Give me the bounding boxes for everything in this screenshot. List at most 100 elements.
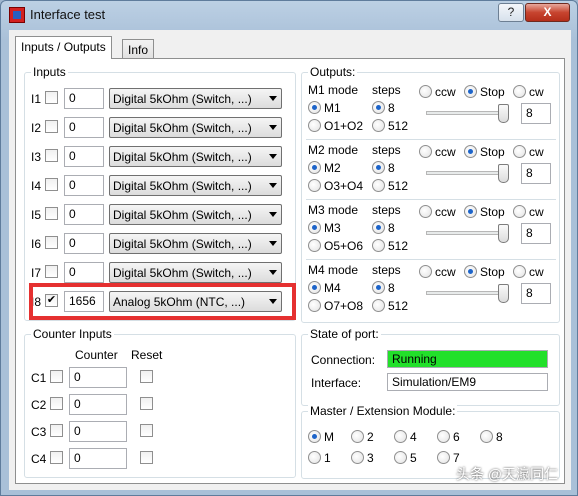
counter-reset-checkbox[interactable]: [140, 424, 153, 437]
input-enable-checkbox[interactable]: [45, 178, 58, 191]
module-radio-2[interactable]: [351, 430, 364, 443]
direction-stop-label: Stop: [480, 145, 505, 159]
counter-reset-checkbox[interactable]: [140, 370, 153, 383]
speed-slider-track[interactable]: [426, 291, 509, 295]
counter-value-field[interactable]: 0: [69, 421, 127, 442]
steps-512-radio[interactable]: [372, 179, 385, 192]
direction-cw-radio[interactable]: [513, 85, 526, 98]
speed-slider-thumb[interactable]: [498, 284, 509, 303]
speed-slider-thumb[interactable]: [498, 104, 509, 123]
input-enable-checkbox[interactable]: [45, 265, 58, 278]
speed-value-field[interactable]: 8: [521, 103, 551, 124]
direction-cw-radio[interactable]: [513, 145, 526, 158]
direction-stop-radio[interactable]: [464, 145, 477, 158]
direction-stop-radio[interactable]: [464, 205, 477, 218]
input-value-field[interactable]: 0: [64, 175, 104, 196]
steps-8-radio[interactable]: [372, 281, 385, 294]
motor-mode-radio[interactable]: [308, 101, 321, 114]
input-enable-checkbox[interactable]: [45, 207, 58, 220]
counter-reset-checkbox[interactable]: [140, 451, 153, 464]
input-enable-checkbox[interactable]: [45, 149, 58, 162]
title-bar[interactable]: Interface test ? X: [1, 1, 577, 29]
module-radio-5[interactable]: [394, 451, 407, 464]
speed-slider-thumb[interactable]: [498, 224, 509, 243]
input-enable-checkbox[interactable]: [45, 91, 58, 104]
module-radio-1[interactable]: [308, 451, 321, 464]
counter-enable-checkbox[interactable]: [50, 397, 63, 410]
direction-stop-radio[interactable]: [464, 265, 477, 278]
counter-enable-checkbox[interactable]: [50, 424, 63, 437]
help-button[interactable]: ?: [498, 3, 524, 22]
input-mode-select[interactable]: Digital 5kOhm (Switch, ...): [109, 175, 282, 196]
counter-value-field[interactable]: 0: [69, 367, 127, 388]
direction-ccw-radio[interactable]: [419, 205, 432, 218]
input-mode-select[interactable]: Digital 5kOhm (Switch, ...): [109, 204, 282, 225]
module-radio-6[interactable]: [437, 430, 450, 443]
steps-8-radio[interactable]: [372, 221, 385, 234]
module-radio-label: 8: [496, 430, 503, 444]
direction-stop-radio[interactable]: [464, 85, 477, 98]
speed-slider-thumb[interactable]: [498, 164, 509, 183]
counter-value-field[interactable]: 0: [69, 394, 127, 415]
module-radio-m[interactable]: [308, 430, 321, 443]
steps-512-radio[interactable]: [372, 299, 385, 312]
motor-mode-radio[interactable]: [308, 161, 321, 174]
output-pair-radio[interactable]: [308, 239, 321, 252]
input-value-field[interactable]: 0: [64, 233, 104, 254]
counter-row-label: C2: [31, 398, 47, 412]
steps-512-label: 512: [388, 119, 409, 133]
outputs-group-title: Outputs:: [308, 65, 358, 79]
direction-ccw-radio[interactable]: [419, 265, 432, 278]
input-mode-select[interactable]: Digital 5kOhm (Switch, ...): [109, 117, 282, 138]
speed-value-field[interactable]: 8: [521, 283, 551, 304]
input-value-field[interactable]: 0: [64, 117, 104, 138]
steps-8-radio[interactable]: [372, 101, 385, 114]
direction-ccw-radio[interactable]: [419, 85, 432, 98]
module-radio-8[interactable]: [480, 430, 493, 443]
input-mode-value: Digital 5kOhm (Switch, ...): [113, 179, 252, 193]
module-radio-label: 4: [410, 430, 417, 444]
input-value-field[interactable]: 0: [64, 204, 104, 225]
tab-inputs-outputs[interactable]: Inputs / Outputs: [15, 36, 112, 59]
counter-value-field[interactable]: 0: [69, 448, 127, 469]
speed-value-field[interactable]: 8: [521, 223, 551, 244]
close-button[interactable]: X: [525, 3, 570, 22]
module-radio-3[interactable]: [351, 451, 364, 464]
module-radio-7[interactable]: [437, 451, 450, 464]
tab-info[interactable]: Info: [122, 39, 155, 59]
motor-mode-radio[interactable]: [308, 281, 321, 294]
input-mode-select[interactable]: Digital 5kOhm (Switch, ...): [109, 262, 282, 283]
input-mode-select[interactable]: Digital 5kOhm (Switch, ...): [109, 233, 282, 254]
steps-512-radio[interactable]: [372, 119, 385, 132]
counter-reset-checkbox[interactable]: [140, 397, 153, 410]
input-enable-checkbox[interactable]: [45, 120, 58, 133]
output-pair-radio[interactable]: [308, 119, 321, 132]
speed-slider-track[interactable]: [426, 231, 509, 235]
output-pair-radio[interactable]: [308, 179, 321, 192]
steps-8-radio[interactable]: [372, 161, 385, 174]
steps-512-radio[interactable]: [372, 239, 385, 252]
motor-mode-radio[interactable]: [308, 221, 321, 234]
input-mode-select[interactable]: Digital 5kOhm (Switch, ...): [109, 146, 282, 167]
direction-cw-radio[interactable]: [513, 265, 526, 278]
input-enable-checkbox[interactable]: [45, 236, 58, 249]
direction-ccw-label: ccw: [435, 145, 456, 159]
input-value-field[interactable]: 0: [64, 262, 104, 283]
input-mode-value: Digital 5kOhm (Switch, ...): [113, 237, 252, 251]
input-value-field[interactable]: 0: [64, 88, 104, 109]
input-value-field[interactable]: 0: [64, 146, 104, 167]
speed-slider-track[interactable]: [426, 171, 509, 175]
counter-enable-checkbox[interactable]: [50, 370, 63, 383]
direction-cw-radio[interactable]: [513, 205, 526, 218]
speed-slider-track[interactable]: [426, 111, 509, 115]
module-radio-label: 6: [453, 430, 460, 444]
direction-cw-label: cw: [529, 265, 544, 279]
counter-enable-checkbox[interactable]: [50, 451, 63, 464]
module-radio-4[interactable]: [394, 430, 407, 443]
motor-mode-label: M3 mode: [308, 203, 359, 217]
direction-ccw-radio[interactable]: [419, 145, 432, 158]
speed-value-field[interactable]: 8: [521, 163, 551, 184]
output-pair-radio[interactable]: [308, 299, 321, 312]
output-pair-option-label: O5+O6: [324, 239, 364, 253]
input-mode-select[interactable]: Digital 5kOhm (Switch, ...): [109, 88, 282, 109]
